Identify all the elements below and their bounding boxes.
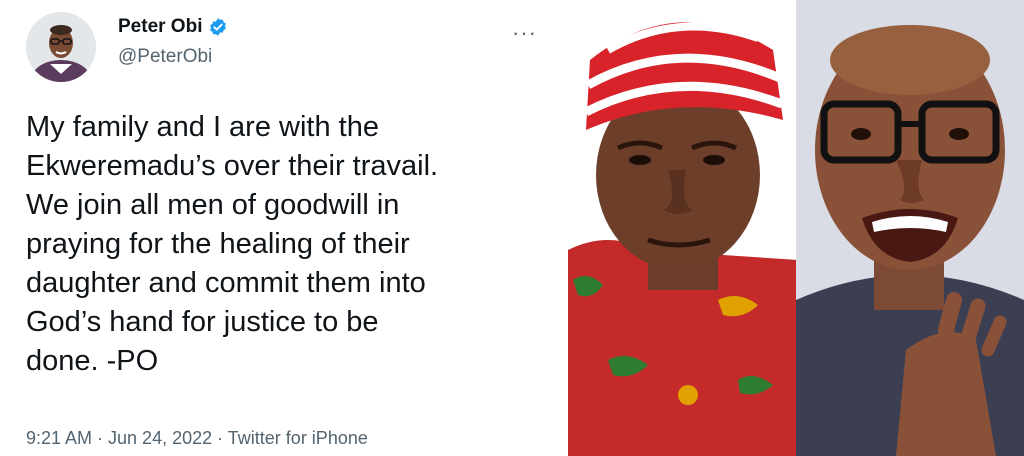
more-options-icon[interactable]: ···: [512, 20, 537, 46]
tweet-text: My family and I are with the Ekweremadu’…: [26, 111, 439, 377]
author-avatar[interactable]: [26, 12, 96, 82]
author-handle[interactable]: @PeterObi: [118, 46, 212, 68]
author-name[interactable]: Peter Obi: [118, 16, 202, 38]
photo-man-red-cap: [568, 0, 798, 456]
tweet-timestamp[interactable]: 9:21 AM · Jun 24, 2022 · Twitter for iPh…: [26, 428, 368, 449]
author-name-row: Peter Obi: [118, 16, 228, 38]
avatar-portrait: [26, 12, 96, 82]
photo-man-glasses: [796, 0, 1024, 456]
composite-image: Peter Obi @PeterObi ··· My family and I …: [0, 0, 1024, 456]
verified-badge-icon: [208, 17, 228, 37]
tweet-card: Peter Obi @PeterObi ··· My family and I …: [0, 0, 568, 456]
